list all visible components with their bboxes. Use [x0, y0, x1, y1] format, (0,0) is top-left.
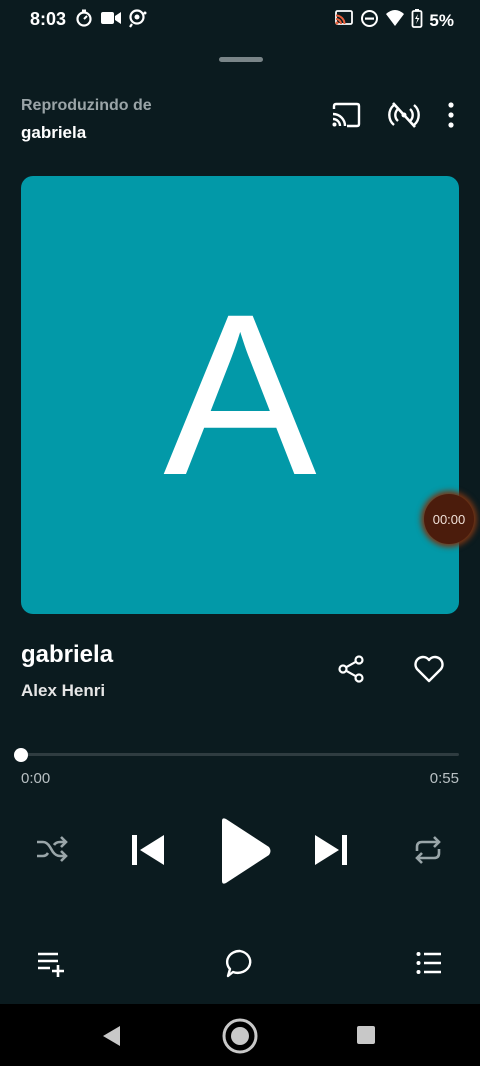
- lyrics-button[interactable]: [224, 948, 256, 980]
- cast-status-icon: [334, 9, 354, 32]
- shuffle-button[interactable]: [34, 834, 68, 864]
- status-right-icons: 5%: [334, 8, 454, 33]
- floating-timer-bubble[interactable]: 00:00: [424, 494, 474, 544]
- progress-track[interactable]: [21, 753, 459, 756]
- repeat-button[interactable]: [412, 835, 444, 865]
- play-button[interactable]: [217, 815, 273, 887]
- add-to-queue-icon: [38, 952, 64, 977]
- status-time: 8:03: [30, 9, 67, 29]
- playing-from-label: Reproduzindo de: [21, 97, 152, 114]
- time-total: 0:55: [429, 770, 459, 787]
- status-bar: 8:03 5%: [0, 0, 480, 38]
- video-icon: [100, 8, 122, 33]
- cast-icon[interactable]: [330, 101, 362, 129]
- share-button[interactable]: [336, 654, 366, 689]
- top-actions: [330, 100, 456, 130]
- queue-list-icon: [416, 952, 441, 974]
- album-letter: A: [163, 266, 317, 523]
- previous-button[interactable]: [130, 832, 166, 868]
- playing-from-name[interactable]: gabriela: [21, 123, 86, 143]
- queue-list-button[interactable]: [416, 951, 442, 975]
- do-not-disturb-icon: [360, 9, 379, 33]
- home-icon[interactable]: [221, 1017, 259, 1055]
- no-signal-icon[interactable]: [388, 100, 420, 130]
- song-title: gabriela: [21, 641, 114, 668]
- system-nav-bar: [0, 1004, 480, 1066]
- like-button[interactable]: [413, 654, 445, 689]
- recents-icon[interactable]: [356, 1025, 376, 1045]
- share-icon: [338, 655, 364, 683]
- next-button[interactable]: [313, 832, 349, 868]
- drag-handle[interactable]: [219, 57, 263, 62]
- heart-icon: [414, 655, 444, 683]
- time-elapsed: 0:00: [21, 770, 51, 787]
- previous-icon: [132, 835, 164, 865]
- back-icon[interactable]: [101, 1025, 121, 1047]
- progress-knob[interactable]: [14, 748, 28, 762]
- battery-icon: [411, 8, 423, 33]
- artist-name[interactable]: Alex Henri: [21, 681, 105, 701]
- repeat-icon: [415, 836, 441, 864]
- status-left-icons: [74, 8, 148, 33]
- wifi-icon: [385, 9, 405, 32]
- album-art: A: [21, 176, 459, 614]
- lyrics-icon: [225, 949, 252, 978]
- next-icon: [315, 835, 347, 865]
- shuffle-icon: [37, 836, 68, 862]
- notification-icon: [128, 8, 148, 33]
- play-icon: [222, 818, 271, 884]
- battery-percentage: 5%: [429, 10, 454, 30]
- bottom-actions: [0, 944, 480, 984]
- more-vertical-icon[interactable]: [446, 100, 456, 130]
- playback-controls: [0, 812, 480, 892]
- timer-icon: [74, 8, 94, 33]
- floating-timer-text: 00:00: [432, 511, 466, 527]
- add-to-queue-button[interactable]: [36, 950, 66, 978]
